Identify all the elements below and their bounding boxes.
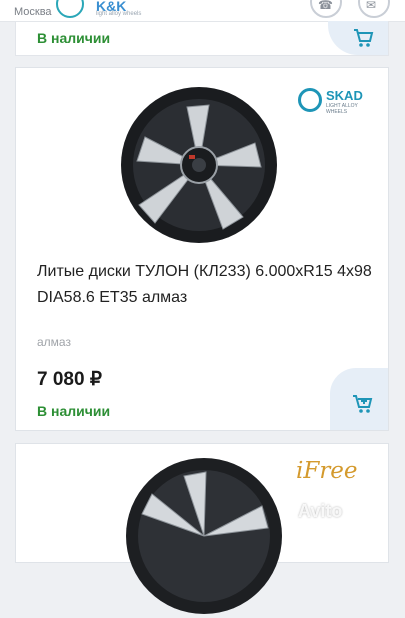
skad-logo-icon — [298, 88, 322, 112]
add-to-cart-button[interactable] — [330, 368, 388, 430]
brand-badge: SKAD LIGHT ALLOY WHEELS — [298, 86, 376, 115]
product-title[interactable]: Литые диски ТУЛОН (КЛ233) 6.000xR15 4x98… — [37, 259, 379, 311]
logo-icon — [56, 0, 84, 18]
chat-icon: ✉ — [366, 0, 377, 12]
cart-icon — [353, 395, 373, 413]
top-bar: Москва K&K light alloy wheels ☎ ✉ — [0, 0, 405, 22]
cart-icon — [354, 29, 374, 47]
stock-status: В наличии — [37, 403, 111, 419]
product-price: 7 080 ₽ — [37, 369, 102, 390]
product-image — [126, 458, 282, 614]
stock-status: В наличии — [37, 30, 111, 46]
chat-button[interactable]: ✉ — [358, 0, 390, 18]
brand-logo-sub: light alloy wheels — [96, 11, 142, 17]
brand-logo: iFree — [296, 458, 358, 484]
product-card-previous[interactable]: В наличии — [15, 21, 389, 56]
product-image — [121, 87, 277, 243]
city-label: Москва — [14, 6, 52, 18]
add-to-cart-button[interactable] — [328, 21, 388, 55]
phone-icon: ☎ — [318, 0, 333, 12]
phone-button[interactable]: ☎ — [310, 0, 342, 18]
product-card[interactable]: SKAD LIGHT ALLOY WHEELS Литые диски ТУЛО… — [15, 67, 389, 431]
watermark: Avito — [298, 501, 343, 521]
product-subtitle: алмаз — [37, 335, 71, 349]
